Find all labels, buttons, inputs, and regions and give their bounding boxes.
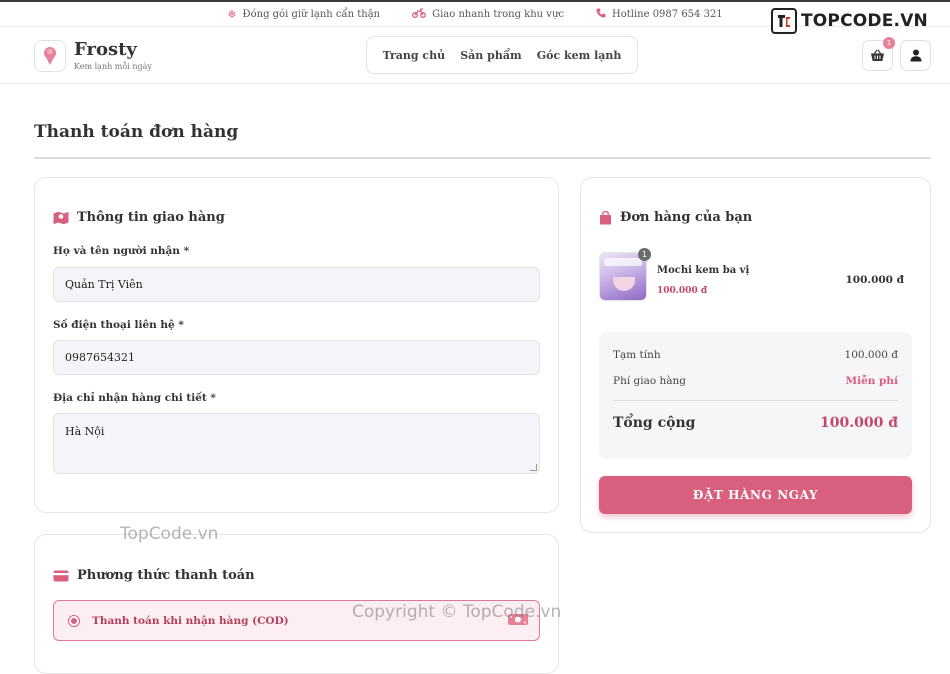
account-button[interactable]: [900, 40, 931, 71]
item-name: Mochi kem ba vị: [657, 265, 750, 276]
recipient-name-label: Họ và tên người nhận *: [53, 245, 190, 257]
motorbike-icon: [412, 7, 427, 21]
site-header: Frosty Kem lạnh mỗi ngày Trang chủ Sản p…: [0, 27, 950, 84]
place-order-button[interactable]: ĐẶT HÀNG NGAY: [599, 476, 912, 514]
recipient-name-value: Quản Trị Viên: [65, 278, 143, 291]
resize-handle-icon[interactable]: [530, 464, 537, 471]
order-summary-box: Tạm tính 100.000 đ Phí giao hàng Miễn ph…: [599, 332, 912, 459]
shipping-card-header: Thông tin giao hàng: [53, 210, 225, 225]
cart-count-badge: 1: [883, 37, 895, 49]
recipient-name-input[interactable]: Quản Trị Viên: [53, 267, 540, 302]
payment-card-title: Phương thức thanh toán: [77, 568, 255, 583]
shipping-fee-value: Miễn phí: [845, 375, 898, 387]
item-unit-price: 100.000 đ: [657, 286, 708, 296]
ice-cream-logo-icon: [34, 40, 66, 72]
address-value: Hà Nội: [65, 425, 105, 438]
address-label: Địa chỉ nhận hàng chi tiết *: [53, 392, 216, 404]
total-value: 100.000 đ: [820, 415, 898, 431]
brand-name: Frosty: [74, 39, 137, 60]
summary-divider: [613, 400, 898, 401]
item-line-total: 100.000 đ: [845, 274, 905, 286]
subtotal-row: Tạm tính 100.000 đ: [613, 349, 898, 361]
subtotal-label: Tạm tính: [613, 349, 661, 361]
topbar-delivery-text: Giao nhanh trong khu vực: [432, 8, 564, 20]
nav-item-ice-cream-corner[interactable]: Góc kem lạnh: [537, 49, 622, 62]
phone-label: Số điện thoại liên hệ *: [53, 319, 184, 331]
product-thumbnail-bowl: [613, 277, 635, 291]
total-label: Tổng cộng: [613, 415, 696, 431]
topbar-item-packaging: ❄ Đóng gói giữ lạnh cẩn thận: [227, 8, 380, 21]
brand-tagline: Kem lạnh mỗi ngày: [74, 62, 152, 71]
user-icon: [910, 49, 921, 62]
total-row: Tổng cộng 100.000 đ: [613, 415, 898, 431]
topbar-hotline-text: Hotline 0987 654 321: [612, 8, 723, 20]
order-card-title: Đơn hàng của bạn: [620, 210, 753, 225]
snowflake-icon: ❄: [227, 7, 237, 21]
product-thumbnail-label: [604, 258, 642, 266]
payment-card-header: Phương thức thanh toán: [53, 568, 255, 583]
subtotal-value: 100.000 đ: [844, 349, 898, 361]
cod-label: Thanh toán khi nhận hàng (COD): [92, 614, 289, 627]
watermark-copyright-text: Copyright © TopCode.vn: [352, 602, 562, 622]
main-nav: Trang chủ Sản phẩm Góc kem lạnh: [366, 36, 638, 74]
phone-value: 0987654321: [65, 351, 135, 364]
topbar-packaging-text: Đóng gói giữ lạnh cẩn thận: [242, 8, 381, 20]
phone-input[interactable]: 0987654321: [53, 340, 540, 375]
order-card-header: Đơn hàng của bạn: [599, 210, 752, 225]
map-icon: [53, 211, 69, 225]
brand[interactable]: Frosty Kem lạnh mỗi ngày: [34, 40, 152, 72]
order-card: Đơn hàng của bạn 1 Mochi kem ba vị 100.0…: [580, 177, 931, 533]
shipping-card-title: Thông tin giao hàng: [77, 210, 225, 225]
credit-card-icon: [53, 570, 69, 582]
phone-icon: [596, 8, 606, 21]
topbar-item-delivery: Giao nhanh trong khu vực: [412, 7, 564, 21]
shipping-card: Thông tin giao hàng Họ và tên người nhận…: [34, 177, 559, 513]
shopping-bag-icon: [599, 210, 612, 225]
nav-item-home[interactable]: Trang chủ: [383, 49, 446, 62]
page-title: Thanh toán đơn hàng: [34, 122, 239, 142]
shipping-fee-row: Phí giao hàng Miễn phí: [613, 375, 898, 387]
nav-item-products[interactable]: Sản phẩm: [460, 49, 521, 62]
item-quantity-badge: 1: [638, 248, 651, 261]
topbar-item-hotline[interactable]: Hotline 0987 654 321: [596, 8, 723, 21]
shipping-fee-label: Phí giao hàng: [613, 375, 687, 387]
address-textarea[interactable]: Hà Nội: [53, 413, 540, 474]
cart-button[interactable]: 1: [862, 37, 895, 71]
cod-radio[interactable]: [68, 614, 80, 627]
title-divider: [34, 157, 931, 159]
basket-icon: [871, 49, 884, 61]
watermark-center-text: TopCode.vn: [120, 524, 219, 544]
